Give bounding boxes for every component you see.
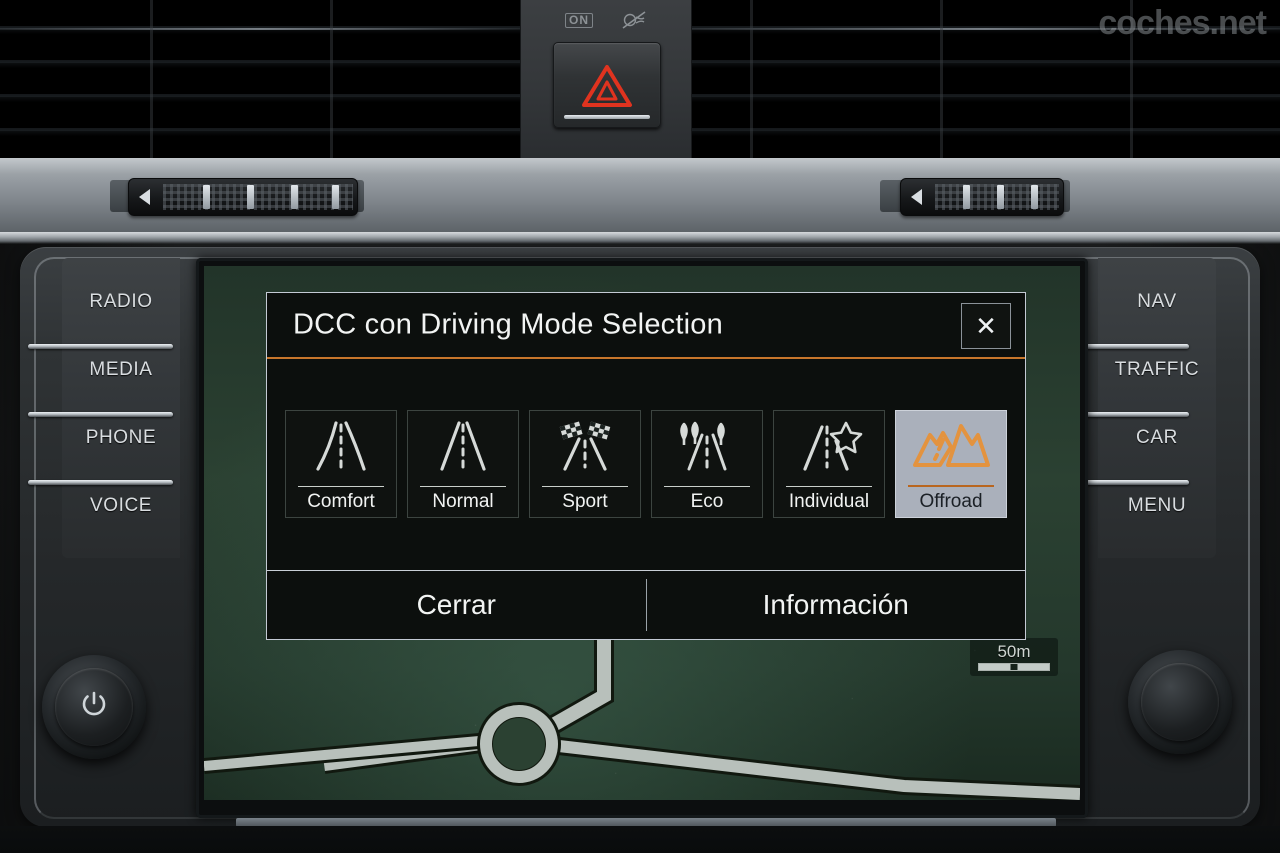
button-separator	[28, 412, 173, 417]
hazard-triangle-icon	[580, 63, 634, 114]
map-scale-bar	[978, 663, 1050, 671]
vent-direction-arrow-icon-right	[911, 189, 922, 205]
dialog-header: DCC con Driving Mode Selection ✕	[267, 293, 1025, 359]
vent-control-strip	[0, 158, 1280, 232]
mode-label-individual: Individual	[788, 491, 870, 512]
informacion-button-label: Información	[762, 589, 909, 620]
map-scale-label: 50m	[997, 642, 1031, 661]
cerrar-button-label: Cerrar	[416, 589, 496, 620]
informacion-button[interactable]: Información	[647, 571, 1026, 639]
dialog-footer: Cerrar Información	[267, 570, 1025, 639]
button-separator	[28, 344, 173, 349]
vent-direction-arrow-icon	[139, 189, 150, 205]
tune-scroll-knob[interactable]	[1128, 650, 1232, 754]
phone-button-label: PHONE	[85, 427, 157, 448]
vent-slider-left[interactable]	[128, 178, 358, 216]
button-separator	[28, 480, 173, 485]
vent-slider-right[interactable]	[900, 178, 1064, 216]
power-volume-knob[interactable]	[42, 655, 146, 759]
map-scale-indicator: 50m	[970, 638, 1058, 676]
chrome-trim	[0, 232, 1280, 244]
radio-button-label: RADIO	[89, 291, 153, 312]
mode-button-eco[interactable]: Eco	[651, 410, 763, 518]
nav-button-label: NAV	[1137, 291, 1177, 312]
hazard-button-light-bar	[564, 115, 650, 119]
mode-label-normal: Normal	[432, 491, 494, 512]
hardware-button-column-right: NAV TRAFFIC CAR MENU	[1098, 258, 1216, 558]
mode-label-comfort: Comfort	[307, 491, 375, 512]
hazard-warning-button[interactable]	[553, 42, 661, 128]
touchscreen-display[interactable]: 50m DCC con Driving Mode Selection ✕ Com…	[204, 266, 1080, 800]
power-icon	[77, 688, 111, 727]
voice-button-label: VOICE	[89, 495, 153, 516]
mountains-icon	[910, 418, 992, 479]
sidebar-item-radio[interactable]: RADIO	[62, 268, 180, 336]
mode-label-offroad: Offroad	[919, 491, 983, 512]
air-vent-left	[0, 0, 520, 158]
airbag-off-icon	[621, 10, 647, 30]
hardware-button-column-left: RADIO MEDIA PHONE VOICE	[62, 258, 180, 558]
car-button-label: CAR	[1136, 427, 1178, 448]
driving-mode-list: Comfort Normal Sport Eco Individual Offr…	[267, 359, 1025, 569]
air-vent-right	[690, 0, 1280, 158]
menu-button-label: MENU	[1127, 495, 1187, 516]
hazard-console: ON	[520, 0, 692, 158]
mode-button-individual[interactable]: Individual	[773, 410, 885, 518]
display-bezel: 50m DCC con Driving Mode Selection ✕ Com…	[196, 258, 1088, 818]
mode-button-comfort[interactable]: Comfort	[285, 410, 397, 518]
mode-label-sport: Sport	[562, 491, 608, 512]
sidebar-item-nav[interactable]: NAV	[1098, 268, 1216, 336]
road-star-icon	[795, 419, 863, 478]
road-trees-icon	[673, 419, 741, 478]
dashboard-top: ON coches.net	[0, 0, 1280, 158]
lower-trim	[0, 826, 1280, 853]
driving-mode-dialog: DCC con Driving Mode Selection ✕ Comfort…	[266, 292, 1026, 640]
close-button[interactable]: ✕	[961, 303, 1011, 349]
road-curved-icon	[310, 419, 372, 478]
mode-label-eco: Eco	[690, 491, 724, 512]
checkered-flags-icon	[552, 419, 618, 478]
media-button-label: MEDIA	[89, 359, 153, 380]
infotainment-screenshot: ON coches.net RADIO MEDIA PHONE VOICE NA…	[0, 0, 1280, 853]
close-icon: ✕	[975, 310, 997, 341]
airbag-on-label: ON	[565, 12, 593, 28]
road-straight-icon	[432, 419, 494, 478]
cerrar-button[interactable]: Cerrar	[267, 571, 646, 639]
mode-button-sport[interactable]: Sport	[529, 410, 641, 518]
page-title: DCC con Driving Mode Selection	[293, 308, 723, 341]
mode-button-offroad[interactable]: Offroad	[895, 410, 1007, 518]
traffic-button-label: TRAFFIC	[1114, 359, 1200, 380]
mode-button-normal[interactable]: Normal	[407, 410, 519, 518]
